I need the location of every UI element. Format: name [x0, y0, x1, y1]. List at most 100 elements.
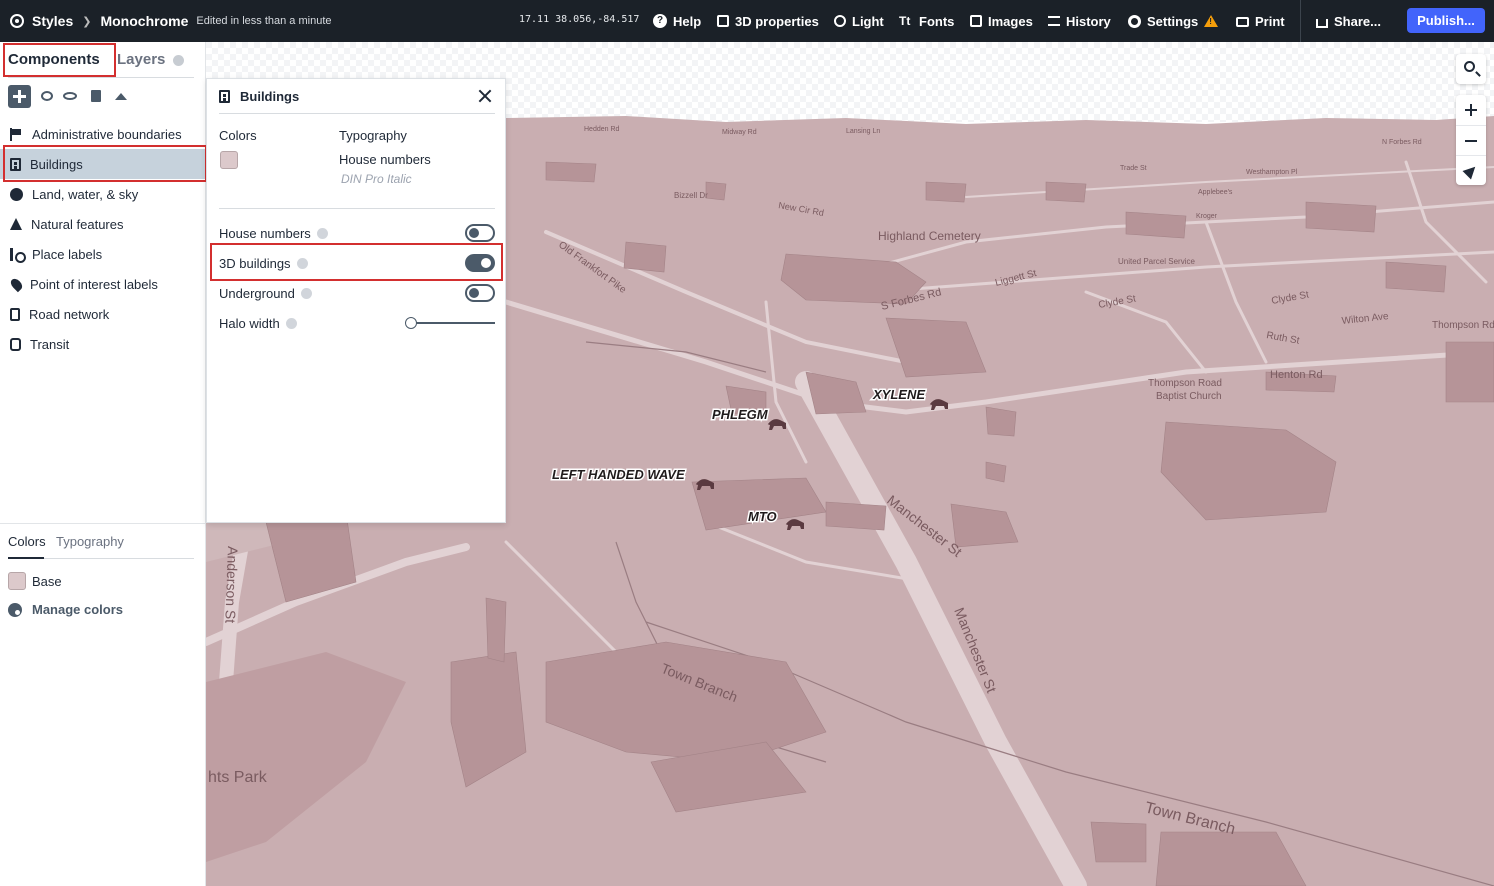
map-search-button[interactable] — [1456, 54, 1486, 84]
history-label: History — [1066, 13, 1111, 29]
colors-section-label: Colors — [219, 128, 257, 143]
font-name[interactable]: DIN Pro Italic — [341, 172, 412, 186]
panel-divider — [0, 523, 206, 524]
share-button[interactable]: Share... — [1316, 0, 1381, 42]
poi-label-phlegm: PHLEGM — [712, 407, 769, 422]
tab-typography[interactable]: Typography — [56, 534, 124, 549]
underground-label: Underground — [219, 285, 295, 301]
sidebar-item-label: Road network — [29, 306, 110, 322]
sidebar-item-label: Land, water, & sky — [32, 186, 139, 202]
layers-status-dot — [173, 55, 184, 66]
zoom-in-button[interactable] — [1456, 95, 1486, 125]
highlight-box-components — [3, 43, 116, 77]
sidebar-item-label: Administrative boundaries — [32, 126, 182, 142]
poi-label-xylene: XYLENE — [872, 387, 925, 402]
info-icon[interactable] — [316, 227, 328, 239]
3d-properties-button[interactable]: 3D properties — [717, 0, 819, 42]
halo-width-row: Halo width — [219, 312, 495, 334]
highlight-box-buildings — [3, 145, 207, 182]
images-button[interactable]: Images — [970, 0, 1033, 42]
light-button[interactable]: Light — [834, 0, 884, 42]
house-numbers-font-label[interactable]: House numbers — [339, 152, 431, 167]
style-name[interactable]: Monochrome — [100, 13, 188, 29]
eject-icon[interactable] — [115, 92, 127, 100]
label-lansing-ln: Lansing Ln — [846, 128, 880, 135]
sun-icon — [834, 15, 846, 27]
toolbar-divider — [1300, 0, 1301, 42]
place-icon — [10, 247, 26, 263]
base-color-row[interactable]: Base — [8, 572, 62, 590]
sidebar-item-land-water-sky[interactable]: Land, water, & sky — [0, 179, 206, 209]
halo-width-slider[interactable] — [405, 317, 495, 329]
hide-icon[interactable] — [63, 92, 77, 100]
flag-icon — [10, 127, 23, 141]
close-icon[interactable] — [477, 88, 493, 104]
text-icon: Tt — [899, 14, 911, 28]
fonts-button[interactable]: Tt Fonts — [899, 0, 954, 42]
3d-properties-label: 3D properties — [735, 13, 819, 29]
palette-icon — [8, 602, 22, 617]
sidebar-item-transit[interactable]: Transit — [0, 329, 206, 359]
road-icon — [10, 307, 20, 321]
light-label: Light — [852, 13, 884, 29]
highlight-box-3d-buildings — [210, 243, 503, 281]
globe-icon — [10, 187, 23, 201]
base-color-swatch[interactable] — [8, 572, 26, 590]
manage-colors-link[interactable]: Manage colors — [8, 602, 123, 617]
publish-button[interactable]: Publish... — [1407, 8, 1485, 33]
sidebar-item-natural-features[interactable]: Natural features — [0, 209, 206, 239]
printer-icon — [1236, 17, 1249, 27]
sidebar-item-place-labels[interactable]: Place labels — [0, 239, 206, 269]
zoom-out-button[interactable] — [1456, 125, 1486, 155]
label-applebees: Applebee's — [1198, 189, 1233, 196]
sidebar-item-label: Natural features — [31, 216, 124, 232]
label-kroger: Kroger — [1196, 213, 1218, 220]
add-component-button[interactable] — [8, 84, 31, 108]
image-icon — [970, 15, 982, 27]
trash-icon[interactable] — [91, 90, 101, 102]
history-button[interactable]: History — [1048, 0, 1111, 42]
history-icon — [1048, 16, 1060, 26]
house-numbers-row: House numbers — [219, 222, 495, 244]
label-bizzell-dr: Bizzell Dr — [674, 191, 708, 200]
house-numbers-label: House numbers — [219, 225, 311, 241]
print-label: Print — [1255, 13, 1285, 29]
help-button[interactable]: ? Help — [653, 0, 701, 42]
settings-button[interactable]: Settings ! — [1128, 0, 1219, 42]
underground-toggle[interactable] — [465, 284, 495, 302]
underground-row: Underground — [219, 282, 495, 304]
filter-layers-icon[interactable] — [41, 91, 53, 101]
label-henton-rd: Henton Rd — [1270, 369, 1323, 381]
house-numbers-toggle[interactable] — [465, 224, 495, 242]
label-trade-st: Trade St — [1120, 165, 1147, 172]
label-thompson-church-1: Thompson Road — [1148, 378, 1222, 389]
label-midway-rd: Midway Rd — [722, 129, 757, 136]
transit-icon — [10, 337, 21, 351]
sidebar-item-road-network[interactable]: Road network — [0, 299, 206, 329]
label-hedden-rd: Hedden Rd — [584, 126, 620, 133]
label-westhampton-pl: Westhampton Pl — [1246, 169, 1298, 176]
halo-width-label: Halo width — [219, 315, 280, 331]
typography-section-label: Typography — [339, 128, 407, 143]
building-icon — [219, 90, 230, 103]
label-thompson-rd: Thompson Rd — [1432, 320, 1494, 331]
print-button[interactable]: Print — [1236, 0, 1285, 42]
sidebar-item-poi-labels[interactable]: Point of interest labels — [0, 269, 206, 299]
left-sidebar: Components Layers Administrative boundar… — [0, 42, 207, 886]
help-label: Help — [673, 13, 702, 29]
poi-label-left-handed-wave: LEFT HANDED WAVE — [552, 467, 685, 482]
tab-layers[interactable]: Layers — [117, 51, 165, 68]
sidebar-item-label: Point of interest labels — [30, 276, 158, 292]
manage-colors-label: Manage colors — [32, 602, 124, 617]
tab-colors[interactable]: Colors — [8, 534, 46, 549]
info-icon[interactable] — [300, 287, 312, 299]
tree-icon — [10, 218, 22, 230]
compass-button[interactable] — [1456, 155, 1486, 185]
sidebar-item-label: Transit — [30, 336, 70, 352]
building-color-swatch[interactable] — [220, 151, 238, 169]
popover-header: Buildings — [219, 89, 299, 104]
mapbox-logo-icon[interactable] — [10, 14, 24, 28]
share-icon — [1316, 18, 1328, 28]
info-icon[interactable] — [285, 317, 297, 329]
breadcrumb-styles-link[interactable]: Styles — [32, 13, 73, 29]
